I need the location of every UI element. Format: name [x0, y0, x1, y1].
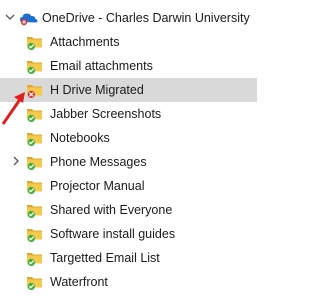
- folder-synced-icon: [26, 249, 43, 266]
- tree-item[interactable]: Targetted Email List: [0, 246, 257, 270]
- tree-item-label: Waterfront: [50, 275, 108, 289]
- tree-item-label: Software install guides: [50, 227, 176, 241]
- tree-item[interactable]: Attachments: [0, 30, 257, 54]
- folder-synced-icon: [26, 105, 43, 122]
- tree-item-label: Attachments: [50, 35, 120, 49]
- tree-item[interactable]: Phone Messages: [0, 150, 257, 174]
- tree-item-label: Phone Messages: [50, 155, 147, 169]
- tree-root-label: OneDrive - Charles Darwin University: [42, 11, 250, 25]
- tree-item-label: Notebooks: [50, 131, 110, 145]
- tree-item[interactable]: Jabber Screenshots: [0, 102, 257, 126]
- folder-synced-icon: [26, 129, 43, 146]
- tree-item-label: Shared with Everyone: [50, 203, 173, 217]
- chevron-right-icon[interactable]: [12, 156, 20, 166]
- tree-item[interactable]: Email attachments: [0, 54, 257, 78]
- folder-synced-icon: [26, 201, 43, 218]
- folder-synced-icon: [26, 33, 43, 50]
- folder-synced-icon: [26, 57, 43, 74]
- tree-item[interactable]: Waterfront: [0, 270, 257, 294]
- tree-item-label: H Drive Migrated: [50, 83, 144, 97]
- folder-tree: OneDrive - Charles Darwin University Att…: [0, 0, 257, 297]
- tree-item[interactable]: Notebooks: [0, 126, 257, 150]
- onedrive-cloud-icon: [19, 10, 39, 26]
- folder-sync-error-icon: [26, 81, 43, 98]
- folder-synced-icon: [26, 177, 43, 194]
- tree-item[interactable]: Shared with Everyone: [0, 198, 257, 222]
- tree-item[interactable]: Software install guides: [0, 222, 257, 246]
- tree-item-label: Email attachments: [50, 59, 153, 73]
- chevron-down-icon[interactable]: [5, 12, 15, 22]
- tree-root-onedrive[interactable]: OneDrive - Charles Darwin University: [0, 6, 257, 30]
- tree-item-label: Projector Manual: [50, 179, 145, 193]
- tree-item[interactable]: Projector Manual: [0, 174, 257, 198]
- folder-synced-icon: [26, 153, 43, 170]
- tree-item-label: Jabber Screenshots: [50, 107, 162, 121]
- folder-synced-icon: [26, 273, 43, 290]
- folder-synced-icon: [26, 225, 43, 242]
- tree-item-label: Targetted Email List: [50, 251, 160, 265]
- tree-item[interactable]: H Drive Migrated: [0, 78, 257, 102]
